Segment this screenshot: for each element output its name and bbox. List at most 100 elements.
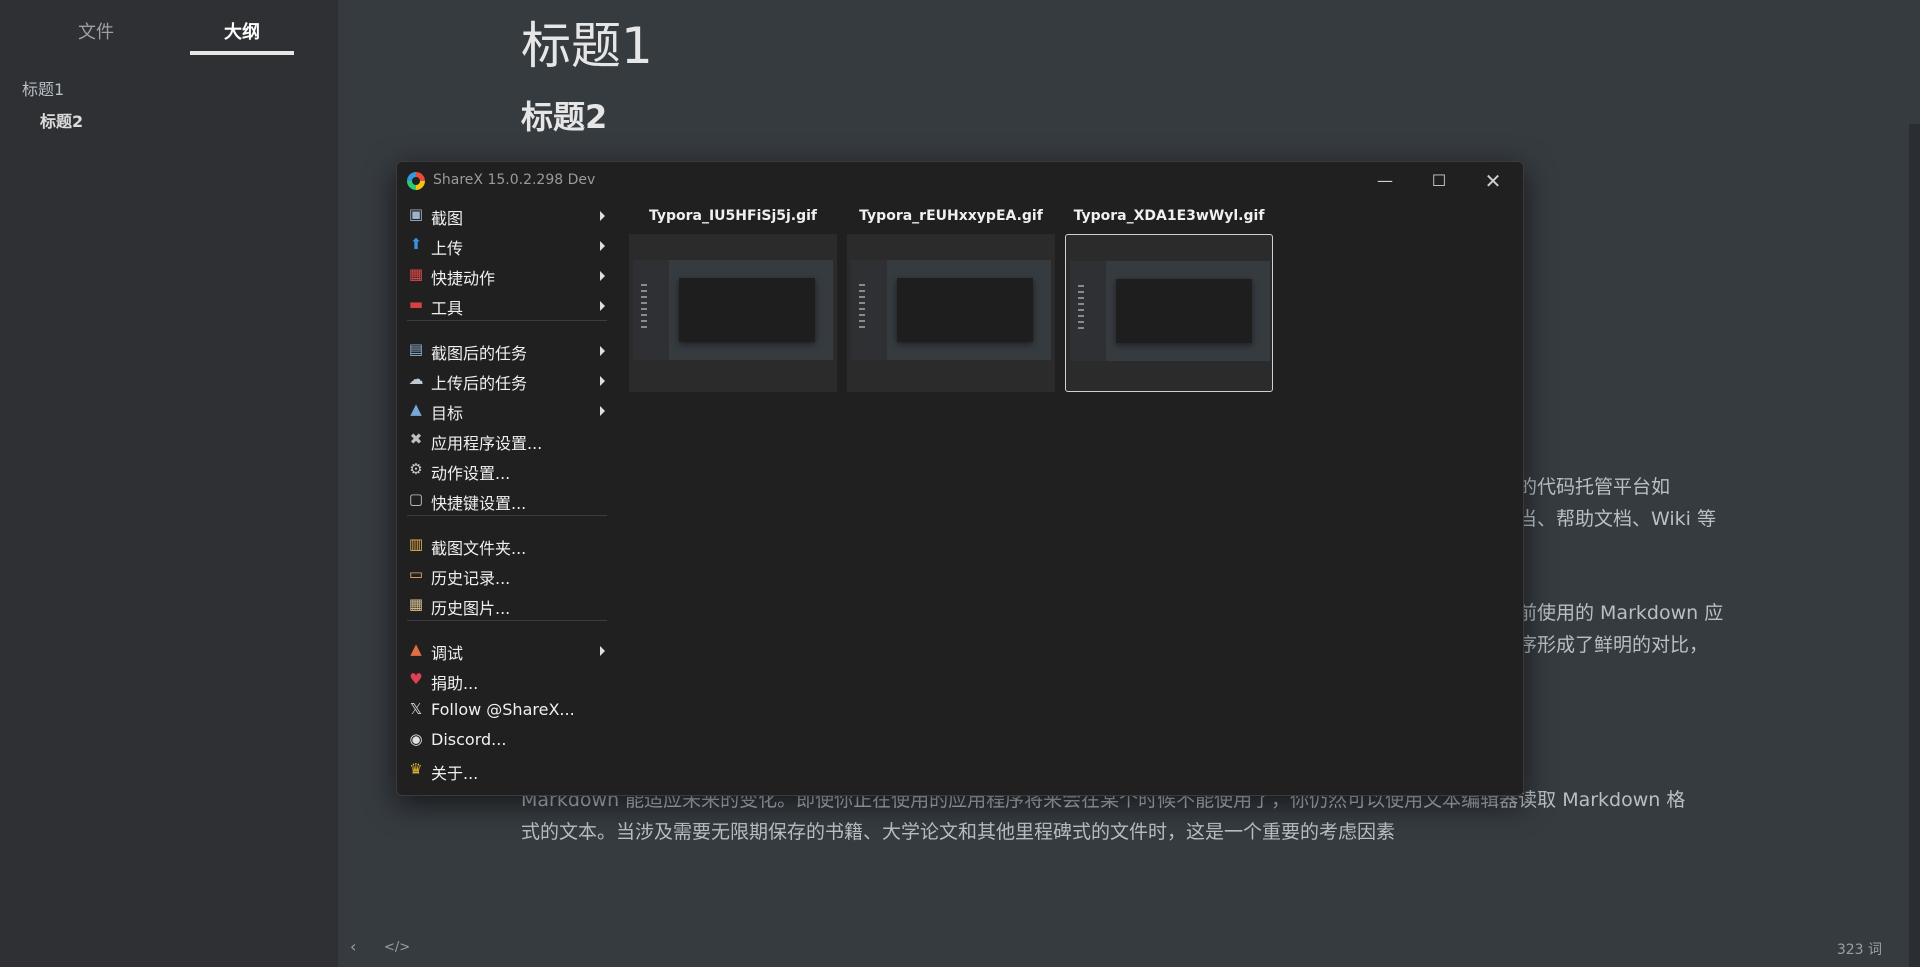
thumbnail-detail [641, 290, 647, 292]
x-logo-icon: 𝕏 [409, 700, 423, 718]
thumbnail-detail [1078, 315, 1084, 317]
thumbnail-detail [641, 314, 647, 316]
submenu-arrow-icon [600, 271, 605, 281]
menu-item-hotkey-settings[interactable]: ▢ 快捷键设置... [405, 486, 611, 514]
heading-1[interactable]: 标题1 [521, 6, 653, 78]
thumbnail-item[interactable]: Typora_rEUHxxypEA.gif [847, 198, 1055, 394]
thumbnail-detail [859, 296, 865, 298]
menu-item-destinations[interactable]: ▲ 目标 [405, 396, 611, 424]
task-settings-icon: ⚙ [409, 460, 423, 478]
menu-item-debug[interactable]: ▲ 调试 [405, 636, 611, 664]
thumbnail-detail [859, 314, 865, 316]
menu-item-label: 截图文件夹... [431, 539, 527, 558]
thumbnail-item[interactable]: Typora_IU5HFiSj5j.gif [629, 198, 837, 394]
heading-2[interactable]: 标题2 [521, 92, 607, 138]
source-code-mode-button[interactable]: </> [384, 940, 410, 955]
debug-icon: ▲ [410, 640, 422, 658]
after-capture-icon: ▤ [408, 340, 424, 358]
menu-item-label: 调试 [431, 644, 464, 663]
thumbnail-detail [1078, 321, 1084, 323]
sharex-main-menu: ▣ 截图 ⬆ 上传 ▦ 快捷动作 ▬ 工具 ▤ 截图后的任务 ☁ 上传后的任务 ▲ 目标 ✖ 应用程序设置..… [397, 198, 619, 795]
menu-item-task-settings[interactable]: ⚙ 动作设置... [405, 456, 611, 484]
paragraph-fragment[interactable]: 前使用的 Markdown 应 [1518, 600, 1723, 626]
menu-item-x-logo[interactable]: 𝕏 Follow @ShareX... [405, 696, 611, 724]
history-icon: ▭ [408, 565, 424, 583]
sharex-titlebar[interactable]: ShareX 15.0.2.298 Dev — ☐ ✕ [397, 162, 1523, 198]
typora-sidebar: 文件 大纲 标题1 标题2 [0, 0, 338, 967]
thumbnail-detail [859, 284, 865, 286]
tab-files[interactable]: 文件 [78, 18, 114, 44]
sharex-window: ShareX 15.0.2.298 Dev — ☐ ✕ ▣ 截图 ⬆ 上传 ▦ 快捷动作 ▬… [396, 161, 1524, 796]
menu-item-label: 上传后的任务 [431, 374, 528, 393]
menu-item-screenshots-folder[interactable]: ▥ 截图文件夹... [405, 531, 611, 559]
hotkey-settings-icon: ▢ [408, 490, 424, 508]
sharex-logo-icon [407, 172, 425, 190]
submenu-arrow-icon [600, 376, 605, 386]
menu-item-heart[interactable]: ♥ 捐助... [405, 666, 611, 694]
menu-item-screenshot[interactable]: ▣ 截图 [405, 201, 611, 229]
toggle-sidebar-button[interactable]: ‹ [350, 937, 356, 956]
thumbnail-image[interactable] [847, 234, 1055, 392]
thumbnail-detail [1078, 309, 1084, 311]
thumbnail-detail [859, 326, 865, 328]
menu-item-quick-actions[interactable]: ▦ 快捷动作 [405, 261, 611, 289]
screenshot-icon: ▣ [408, 205, 424, 223]
thumbnail-detail [859, 302, 865, 304]
menu-item-label: 历史图片... [431, 599, 511, 618]
submenu-arrow-icon [600, 346, 605, 356]
window-title: ShareX 15.0.2.298 Dev [433, 172, 596, 188]
thumbnail-detail [641, 284, 647, 286]
thumbnail-filename: Typora_IU5HFiSj5j.gif [648, 208, 818, 224]
menu-item-image-history[interactable]: ▦ 历史图片... [405, 591, 611, 619]
menu-item-after-capture[interactable]: ▤ 截图后的任务 [405, 336, 611, 364]
close-button[interactable]: ✕ [1471, 168, 1515, 194]
editor-scrollbar[interactable] [1909, 124, 1920, 967]
paragraph-line[interactable]: 式的文本。当涉及需要无限期保存的书籍、大学论文和其他里程碑式的文件时，这是一个重… [521, 819, 1395, 845]
menu-item-label: 应用程序设置... [431, 434, 543, 453]
menu-item-discord[interactable]: ◉ Discord... [405, 726, 611, 754]
menu-item-label: 截图后的任务 [431, 344, 528, 363]
toolbox-icon: ▬ [408, 295, 424, 313]
thumbnail-detail [1078, 291, 1084, 293]
tab-outline[interactable]: 大纲 [224, 18, 260, 44]
menu-item-label: 上传 [431, 239, 464, 258]
menu-item-crown[interactable]: ♛ 关于... [405, 756, 611, 784]
thumbnail-image[interactable] [1065, 234, 1273, 392]
menu-item-toolbox[interactable]: ▬ 工具 [405, 291, 611, 319]
thumbnail-detail [859, 320, 865, 322]
submenu-arrow-icon [600, 211, 605, 221]
menu-item-label: 快捷键设置... [431, 494, 527, 513]
menu-separator [407, 320, 607, 321]
minimize-button[interactable]: — [1363, 168, 1407, 194]
submenu-arrow-icon [600, 241, 605, 251]
paragraph-fragment[interactable]: 序形成了鲜明的对比， [1518, 632, 1708, 658]
image-history-icon: ▦ [408, 595, 424, 613]
menu-item-upload[interactable]: ⬆ 上传 [405, 231, 611, 259]
menu-item-history[interactable]: ▭ 历史记录... [405, 561, 611, 589]
menu-item-label: 工具 [431, 299, 464, 318]
after-upload-icon: ☁ [408, 370, 424, 388]
paragraph-fragment[interactable]: 的代码托管平台如 [1518, 474, 1670, 500]
thumbnail-detail [1078, 297, 1084, 299]
menu-item-label: Discord... [431, 730, 507, 749]
menu-item-label: 目标 [431, 404, 464, 423]
quick-actions-icon: ▦ [408, 265, 424, 283]
screenshots-folder-icon: ▥ [408, 535, 424, 553]
menu-item-app-settings[interactable]: ✖ 应用程序设置... [405, 426, 611, 454]
thumbnail-detail [641, 326, 647, 328]
active-tab-indicator [190, 51, 294, 55]
maximize-button[interactable]: ☐ [1417, 168, 1461, 194]
menu-item-after-upload[interactable]: ☁ 上传后的任务 [405, 366, 611, 394]
outline-item-heading2[interactable]: 标题2 [40, 108, 83, 132]
word-count[interactable]: 323 词 [1837, 939, 1882, 959]
paragraph-fragment[interactable]: 当、帮助文档、Wiki 等 [1518, 506, 1716, 532]
thumbnail-image[interactable] [629, 234, 837, 392]
outline-item-heading1[interactable]: 标题1 [22, 76, 64, 100]
thumbnail-detail [641, 308, 647, 310]
destinations-icon: ▲ [410, 400, 422, 418]
upload-icon: ⬆ [409, 235, 423, 253]
app-settings-icon: ✖ [409, 430, 423, 448]
thumbnail-detail [641, 320, 647, 322]
thumbnail-item-selected[interactable]: Typora_XDA1E3wWyl.gif [1065, 198, 1273, 394]
submenu-arrow-icon [600, 301, 605, 311]
